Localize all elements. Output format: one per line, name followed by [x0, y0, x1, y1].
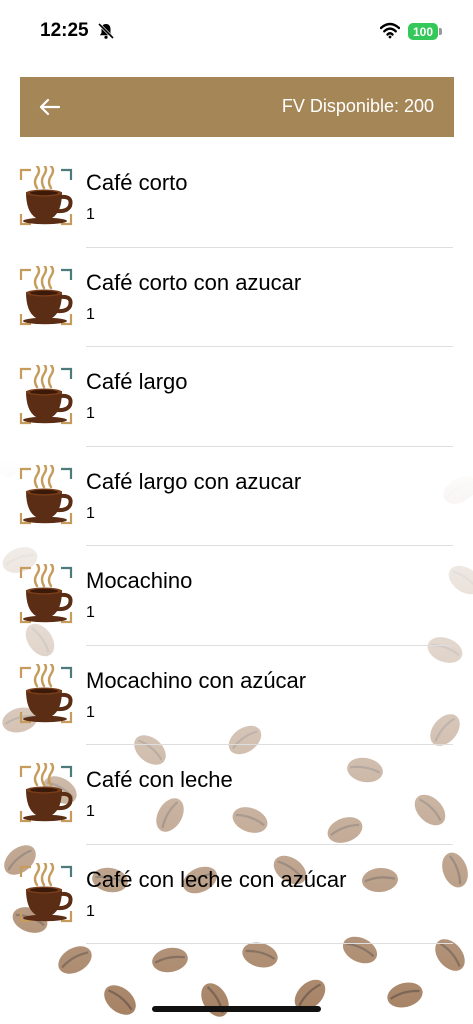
home-indicator[interactable]: [152, 1006, 321, 1012]
product-name: Café corto: [86, 170, 188, 195]
divider: [86, 943, 453, 944]
coffee-cup-icon: [18, 362, 74, 427]
coffee-cup-icon: [18, 163, 74, 228]
product-quantity: 1: [86, 902, 95, 920]
coffee-cup-icon: [18, 561, 74, 626]
product-name: Mocachino: [86, 568, 193, 593]
list-item[interactable]: Café con leche con azúcar 1: [0, 845, 473, 944]
coffee-cup-icon: [18, 760, 74, 825]
list-item[interactable]: Café largo 1: [0, 347, 473, 447]
list-item[interactable]: Mocachino 1: [0, 546, 473, 646]
back-button[interactable]: [34, 93, 66, 121]
product-quantity: 1: [86, 604, 95, 621]
product-quantity: 1: [86, 504, 95, 522]
app-header: FV Disponible: 200: [20, 77, 454, 137]
coffee-cup-icon: [18, 263, 74, 328]
bell-slash-icon: [97, 22, 115, 40]
product-name: Café con leche con azúcar: [86, 866, 347, 892]
status-bar: 12:25 100: [0, 0, 473, 64]
list-item[interactable]: Café con leche 1: [0, 745, 473, 845]
product-quantity: 1: [86, 405, 95, 422]
list-item[interactable]: Café corto 1: [0, 148, 473, 248]
list-item[interactable]: Café largo con azucar 1: [0, 447, 473, 546]
product-list: Café corto 1 Café corto con azucar 1 Caf…: [0, 148, 473, 944]
product-quantity: 1: [86, 305, 95, 323]
list-item[interactable]: Café corto con azucar 1: [0, 248, 473, 347]
status-time: 12:25: [40, 20, 89, 41]
battery-cap: [439, 28, 442, 35]
product-name: Café corto con azucar: [86, 269, 302, 295]
battery-indicator: 100: [408, 23, 438, 40]
product-quantity: 1: [86, 703, 95, 721]
product-quantity: 1: [86, 206, 95, 223]
product-name: Café con leche: [86, 767, 233, 792]
product-name: Café largo: [86, 369, 188, 394]
product-quantity: 1: [86, 803, 95, 820]
product-name: Mocachino con azúcar: [86, 667, 307, 693]
coffee-cup-icon: [18, 860, 74, 925]
arrow-left-icon: [39, 98, 61, 116]
coffee-cup-icon: [18, 462, 74, 527]
available-balance-title: FV Disponible: 200: [281, 96, 434, 116]
coffee-cup-icon: [18, 661, 74, 726]
list-item[interactable]: Mocachino con azúcar 1: [0, 646, 473, 745]
wifi-icon: [379, 22, 401, 39]
product-name: Café largo con azucar: [86, 468, 302, 494]
